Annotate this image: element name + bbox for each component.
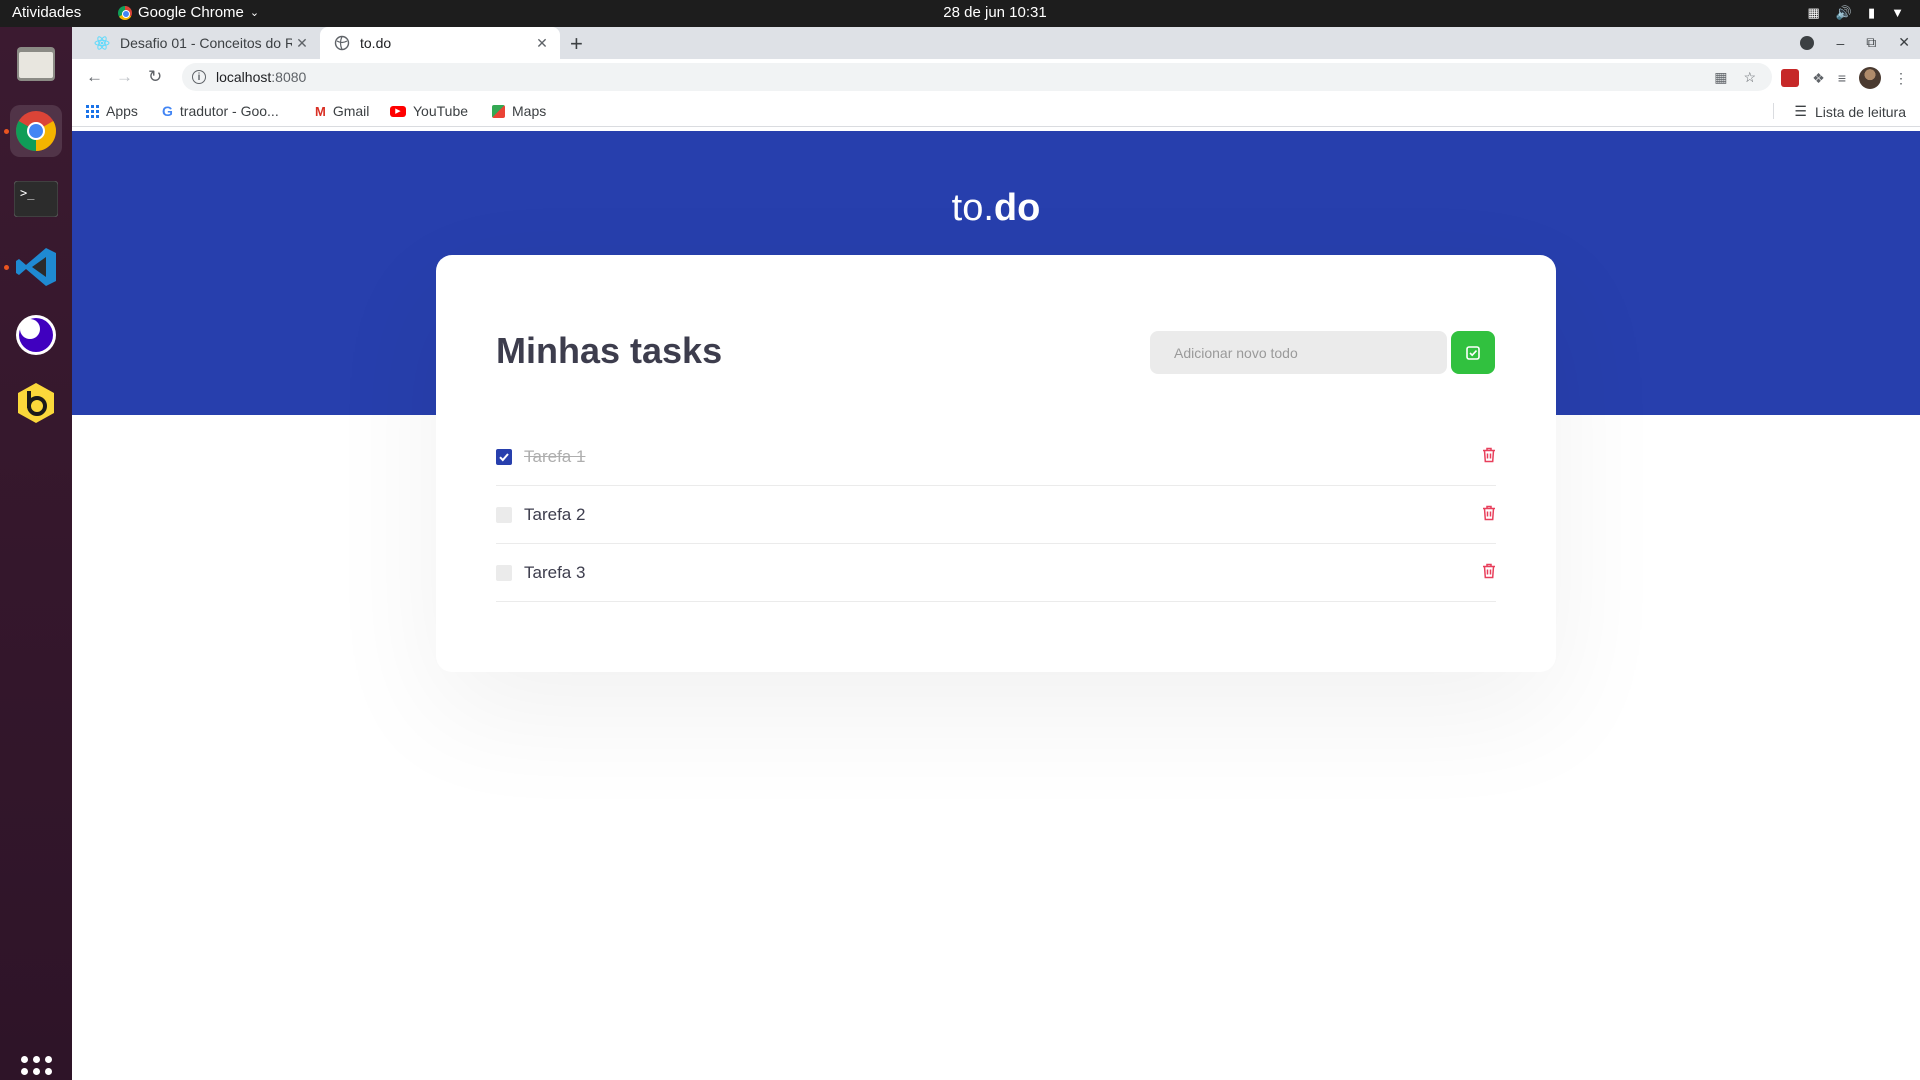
chrome-icon [16, 111, 56, 151]
system-tray[interactable]: ▦ 🔊 ▮ ▼ [1807, 5, 1904, 21]
chrome-window: Desafio 01 - Conceitos do ReactJS ✕ to.d… [72, 27, 1920, 1080]
app-logo: to.do [951, 187, 1041, 229]
tab-strip: Desafio 01 - Conceitos do ReactJS ✕ to.d… [72, 27, 1920, 59]
system-clock[interactable]: 28 de jun 10:31 [0, 4, 1920, 21]
maps-icon [492, 104, 505, 118]
vscode-icon [16, 248, 56, 286]
dock-terminal[interactable]: >_ [10, 173, 62, 225]
task-list: Tarefa 1 Tarefa 2 Tarefa 3 [496, 428, 1496, 602]
bookmark-star-icon[interactable]: ☆ [1743, 69, 1756, 86]
profile-avatar[interactable] [1859, 67, 1881, 89]
react-icon [94, 35, 110, 51]
task-checkbox[interactable] [496, 564, 512, 581]
gmail-icon: M [315, 103, 326, 119]
minimize-icon[interactable]: – [1836, 35, 1844, 51]
running-indicator [4, 265, 9, 270]
delete-task-button[interactable] [1482, 563, 1496, 584]
translate-icon[interactable]: ▦ [1714, 69, 1727, 86]
dock-beekeeper[interactable] [10, 377, 62, 429]
puzzle-icon[interactable]: ❖ [1812, 70, 1825, 87]
checkmark-icon [499, 452, 509, 461]
tab-title: Desafio 01 - Conceitos do ReactJS [120, 35, 292, 51]
terminal-icon: >_ [14, 181, 58, 217]
insomnia-icon [16, 315, 56, 355]
task-title: Tarefa 3 [524, 562, 586, 582]
system-top-bar: Atividades Google Chrome ⌄ 28 de jun 10:… [0, 0, 1920, 27]
volume-icon: 🔊 [1835, 5, 1852, 20]
bookmark-apps[interactable]: Apps [86, 103, 138, 119]
maximize-icon[interactable]: ⧉ [1866, 34, 1876, 51]
close-icon[interactable]: ✕ [532, 35, 552, 52]
svg-text:>_: >_ [20, 186, 35, 200]
extension-toolbar: ❖ ≡ ⋮ [1781, 67, 1908, 89]
power-menu-icon: ▼ [1891, 5, 1904, 20]
task-item: Tarefa 3 [496, 544, 1496, 602]
trash-icon [1483, 447, 1495, 463]
reading-list-icon: ☰ [1794, 103, 1807, 119]
google-icon: G [162, 103, 173, 119]
browser-toolbar: ← → ↻ i localhost:8080 ▦ ☆ ❖ ≡ ⋮ [72, 59, 1920, 95]
forward-icon[interactable]: → [116, 67, 133, 87]
extension-icon[interactable] [1781, 69, 1800, 87]
bookmark-tradutor[interactable]: G tradutor - Goo... [162, 103, 279, 119]
task-title: Tarefa 1 [524, 446, 586, 466]
new-todo-input[interactable] [1150, 331, 1447, 374]
media-control-icon[interactable]: ≡ [1838, 70, 1846, 86]
battery-icon: ▮ [1867, 5, 1876, 20]
task-checkbox[interactable] [496, 448, 512, 465]
close-window-icon[interactable]: ✕ [1898, 34, 1910, 51]
window-controls: – ⧉ ✕ [1800, 34, 1910, 51]
delete-task-button[interactable] [1482, 505, 1496, 526]
delete-task-button[interactable] [1482, 447, 1496, 468]
kebab-menu-icon[interactable]: ⋮ [1894, 70, 1908, 87]
dock-insomnia[interactable] [10, 309, 62, 361]
bookmark-youtube[interactable]: ▶ YouTube [390, 103, 468, 119]
beekeeper-icon [18, 383, 54, 423]
tab-todo[interactable]: to.do ✕ [320, 27, 560, 59]
tab-desafio[interactable]: Desafio 01 - Conceitos do ReactJS ✕ [80, 27, 320, 59]
dock-files[interactable] [10, 37, 62, 89]
trash-icon [1483, 563, 1495, 579]
task-card: Minhas tasks Tarefa 1 Tarefa 2 [436, 255, 1556, 672]
globe-icon [334, 35, 350, 51]
tab-title: to.do [360, 35, 392, 51]
dock-chrome[interactable] [10, 105, 62, 157]
running-indicator [4, 129, 9, 134]
new-tab-button[interactable]: + [570, 31, 583, 57]
bookmark-separator [1773, 103, 1774, 119]
page-title: Minhas tasks [496, 330, 723, 371]
bookmark-maps[interactable]: Maps [492, 103, 546, 119]
address-bar[interactable]: i localhost:8080 ▦ ☆ [182, 63, 1772, 91]
reload-icon[interactable]: ↻ [148, 67, 162, 87]
add-todo-button[interactable] [1451, 331, 1495, 374]
show-apps-icon[interactable] [21, 1056, 52, 1080]
check-square-icon [1466, 345, 1480, 360]
task-item: Tarefa 2 [496, 486, 1496, 544]
network-icon: ▦ [1807, 5, 1820, 20]
back-icon[interactable]: ← [86, 67, 103, 87]
dock-vscode[interactable] [10, 241, 62, 293]
trash-icon [1483, 505, 1495, 521]
task-title: Tarefa 2 [524, 504, 586, 524]
bookmarks-bar: Apps G tradutor - Goo... M Gmail ▶ YouTu… [72, 95, 1920, 127]
tab-search-icon[interactable] [1800, 35, 1815, 50]
youtube-icon: ▶ [390, 105, 406, 117]
site-info-icon[interactable]: i [192, 70, 206, 84]
url-text[interactable]: localhost:8080 [216, 69, 306, 85]
apps-grid-icon [86, 104, 99, 118]
task-item: Tarefa 1 [496, 428, 1496, 486]
omnibox-actions: ▦ ☆ [1714, 63, 1756, 91]
dock: >_ [0, 27, 72, 1080]
close-icon[interactable]: ✕ [292, 35, 312, 52]
reading-list-button[interactable]: ☰ Lista de leitura [1794, 103, 1906, 120]
page-viewport: to.do Minhas tasks Tarefa 1 [72, 131, 1920, 1080]
task-checkbox[interactable] [496, 506, 512, 523]
files-icon [17, 47, 55, 81]
bookmark-gmail[interactable]: M Gmail [315, 103, 369, 119]
